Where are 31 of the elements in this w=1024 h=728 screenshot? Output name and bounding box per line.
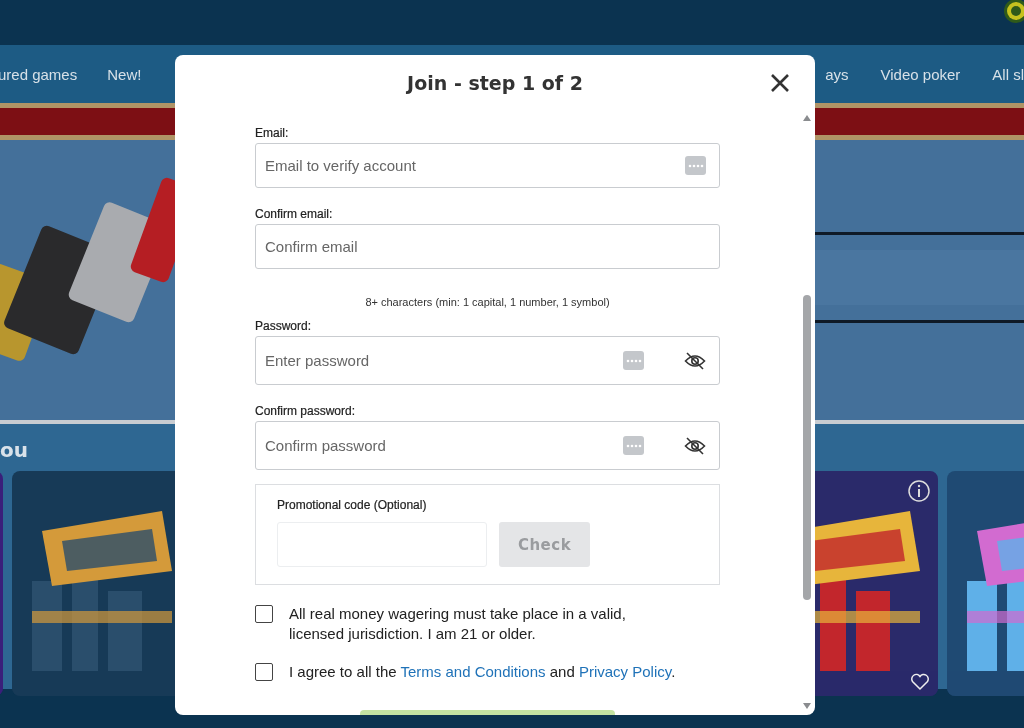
section-heading: ou	[0, 439, 28, 461]
dialog-title: Join - step 1 of 2	[407, 72, 583, 94]
agreement-text: I agree to all the Terms and Conditions and Privacy Policy.	[289, 662, 677, 682]
scrollbar-thumb[interactable]	[803, 295, 811, 600]
heart-icon[interactable]	[910, 673, 930, 691]
password-hint: 8+ characters (min: 1 capital, 1 number, 1 symbol)	[364, 295, 611, 309]
input-field[interactable]: Confirm password	[255, 421, 720, 470]
nav-link[interactable]: ays	[825, 65, 849, 83]
scroll-up-icon[interactable]	[803, 115, 811, 121]
logo-icon[interactable]	[1003, 0, 1024, 26]
nav-link[interactable]: New!	[107, 65, 142, 83]
nav-link[interactable]: Video poker	[880, 65, 961, 83]
checkbox[interactable]	[255, 605, 273, 623]
checkbox[interactable]	[255, 663, 273, 681]
info-icon[interactable]	[908, 480, 930, 502]
close-button[interactable]	[770, 73, 790, 93]
input-field[interactable]: Email to verify account	[255, 143, 720, 188]
field-label: Email:	[255, 125, 290, 141]
nav-link[interactable]: All sl	[992, 65, 1024, 83]
field-label: Promotional code (Optional)	[277, 497, 428, 513]
policy-link[interactable]: Terms and Conditions	[400, 663, 546, 680]
input-field[interactable]: Enter password	[255, 336, 720, 385]
field-label: Confirm email:	[255, 206, 334, 222]
input-field[interactable]: Confirm email	[255, 224, 720, 269]
policy-link[interactable]: Privacy Policy	[578, 663, 672, 680]
hidden-eye-icon[interactable]	[684, 351, 706, 370]
agreement-text: All real money wagering must take place in a valid, licensed jurisdiction. I am 21 or older.	[289, 604, 627, 644]
field-label: Password:	[255, 318, 313, 334]
scroll-down-icon[interactable]	[803, 703, 811, 709]
hidden-eye-icon[interactable]	[684, 436, 706, 455]
field-label: Confirm password:	[255, 403, 357, 419]
